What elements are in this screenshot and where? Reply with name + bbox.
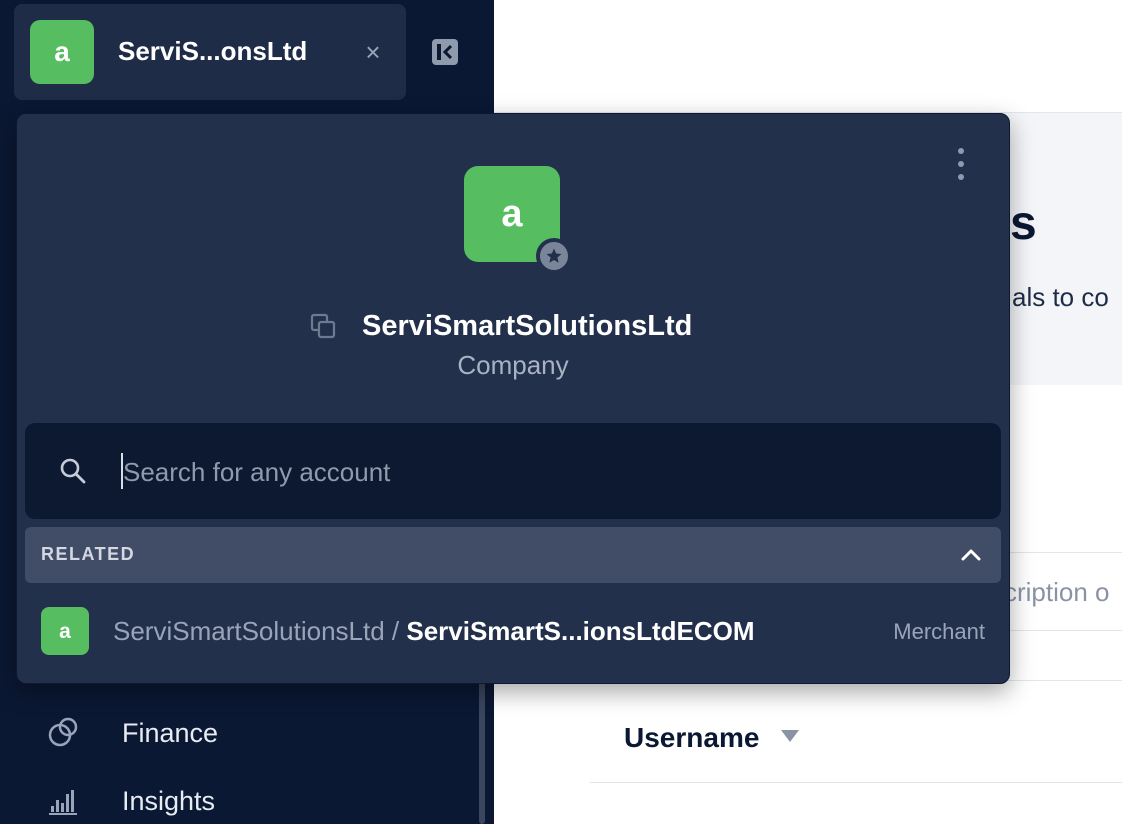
account-popover: a ServiSmartSolutionsLtd Company Search … xyxy=(16,113,1010,684)
merchant-logo-icon: a xyxy=(59,620,71,642)
star-icon[interactable] xyxy=(536,238,572,274)
sort-down-icon[interactable] xyxy=(781,730,799,742)
svg-text:a: a xyxy=(54,37,70,67)
sidebar-item-label: Finance xyxy=(122,718,219,748)
search-icon xyxy=(59,457,87,485)
insights-icon xyxy=(46,784,80,816)
account-logo-icon: a xyxy=(501,194,523,234)
svg-text:a: a xyxy=(501,194,523,234)
sidebar-item-insights[interactable]: Insights xyxy=(40,776,440,824)
scrollbar-thumb[interactable] xyxy=(479,680,485,824)
page-subtitle: als to co xyxy=(1012,282,1109,312)
related-label: RELATED xyxy=(41,544,136,564)
finance-icon xyxy=(46,716,80,748)
account-type: Company xyxy=(457,350,569,380)
account-name: ServiS...onsLtd xyxy=(118,36,308,66)
account-logo-icon: a xyxy=(54,37,70,67)
close-icon[interactable]: × xyxy=(359,32,387,72)
merchant-logo: a xyxy=(41,607,89,655)
account-logo: a xyxy=(30,20,94,84)
search-placeholder: Search for any account xyxy=(123,457,391,487)
sidebar-item-finance[interactable]: Finance xyxy=(40,708,440,756)
collapse-sidebar-icon[interactable] xyxy=(430,37,460,67)
page-title: s xyxy=(1010,197,1037,250)
related-account-type: Merchant xyxy=(893,619,985,644)
copy-icon[interactable] xyxy=(309,312,337,340)
related-section-header[interactable]: RELATED xyxy=(25,527,1001,583)
account-logo-large: a xyxy=(464,166,574,276)
account-switcher[interactable]: a ServiS...onsLtd × xyxy=(14,4,406,100)
related-account-name: ServiSmartS...ionsLtdECOM xyxy=(406,616,755,646)
sidebar-item-label: Insights xyxy=(122,786,216,816)
divider xyxy=(590,782,1122,783)
related-account-path: ServiSmartSolutionsLtd / ServiSmartS...i… xyxy=(113,616,755,647)
chevron-up-icon[interactable] xyxy=(959,543,983,567)
account-name: ServiSmartSolutionsLtd xyxy=(362,310,693,342)
description-input[interactable]: cription o xyxy=(1004,577,1110,608)
related-account-row[interactable]: a ServiSmartSolutionsLtd / ServiSmartS..… xyxy=(25,595,1001,667)
account-search-input[interactable]: Search for any account xyxy=(25,423,1001,519)
svg-text:a: a xyxy=(59,620,71,642)
path-separator: / xyxy=(384,616,407,646)
more-options-icon[interactable] xyxy=(947,144,975,184)
related-parent-name: ServiSmartSolutionsLtd xyxy=(113,616,385,646)
column-header-username[interactable]: Username xyxy=(624,722,759,754)
